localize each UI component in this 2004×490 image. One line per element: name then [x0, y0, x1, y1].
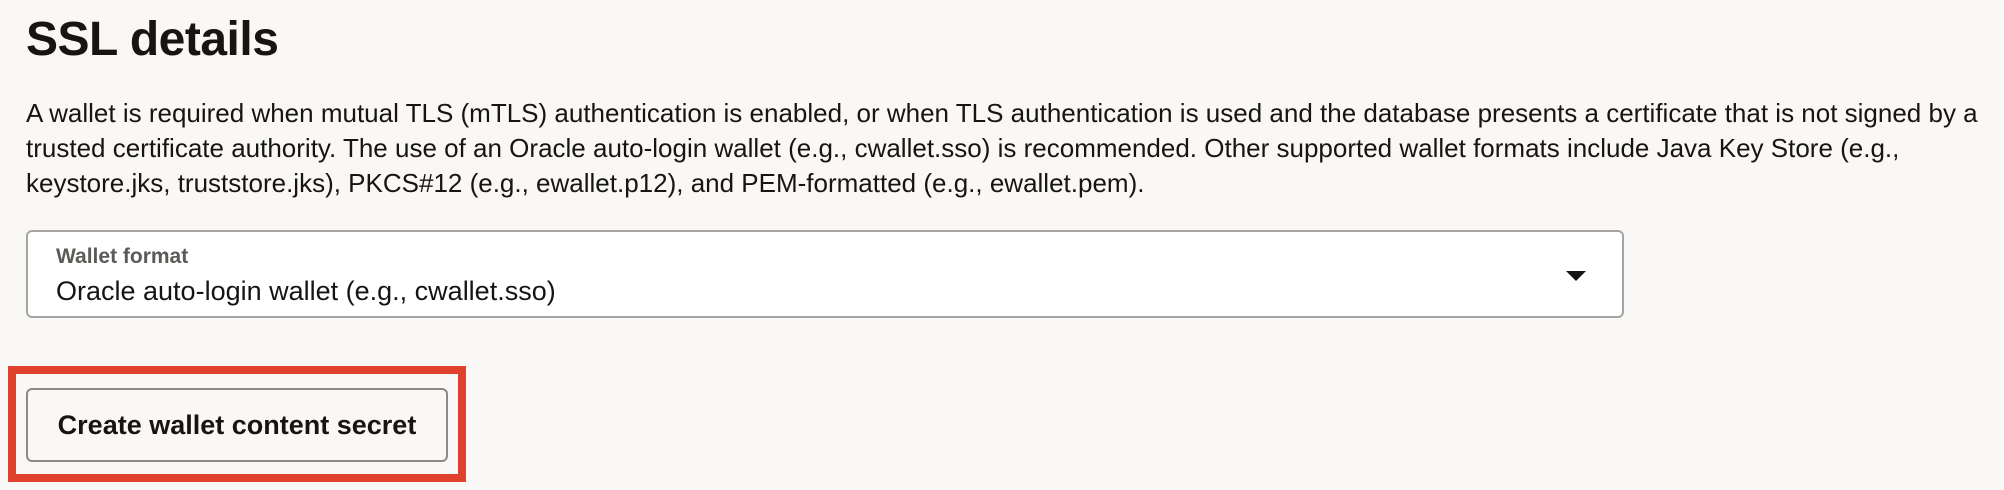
section-title: SSL details: [26, 13, 279, 66]
section-description: A wallet is required when mutual TLS (mT…: [26, 98, 1978, 198]
create-wallet-content-secret-button[interactable]: Create wallet content secret: [26, 388, 448, 462]
wallet-format-select[interactable]: Wallet format Oracle auto-login wallet (…: [26, 230, 1624, 318]
chevron-down-icon[interactable]: [1566, 271, 1586, 281]
wallet-format-label: Wallet format: [56, 245, 189, 268]
wallet-format-value: Oracle auto-login wallet (e.g., cwallet.…: [56, 276, 556, 306]
